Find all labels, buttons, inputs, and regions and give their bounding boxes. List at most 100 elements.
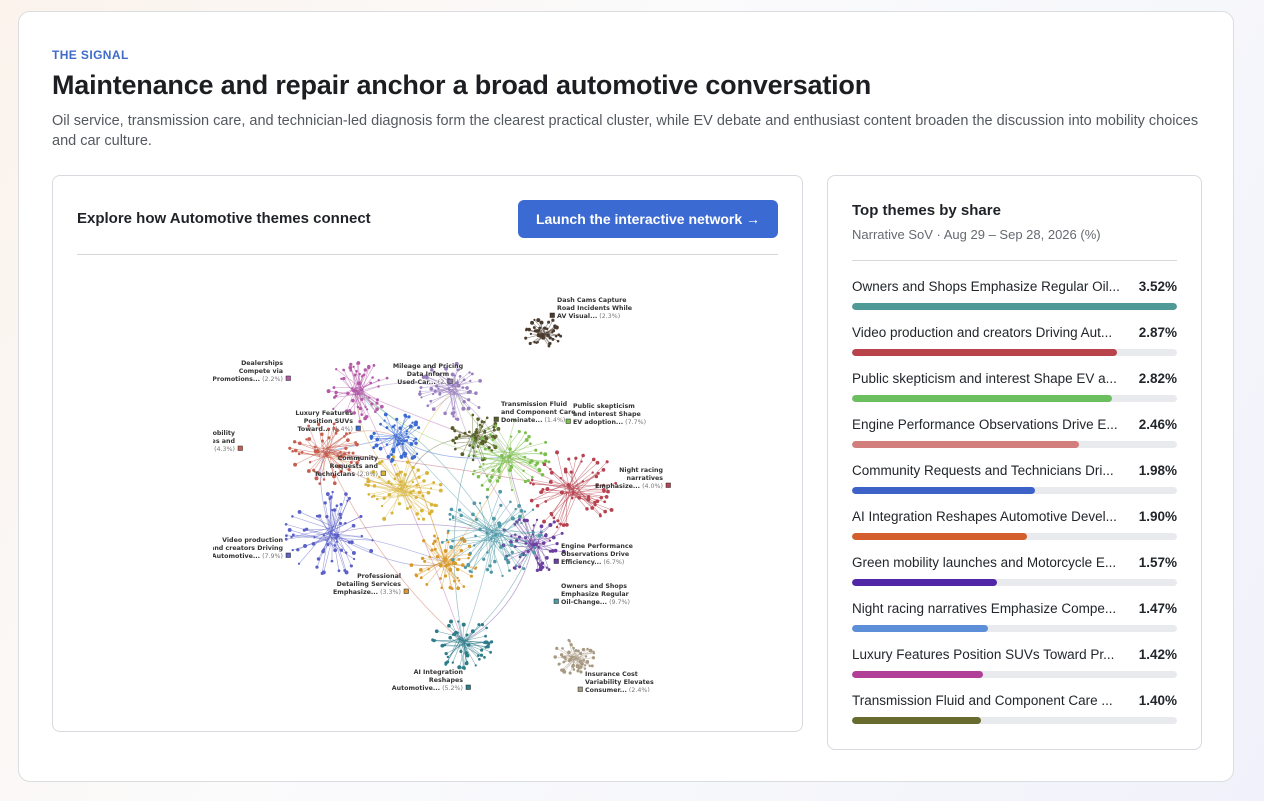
cluster-label-line: launches and xyxy=(213,438,235,445)
network-node xyxy=(372,446,376,450)
theme-row[interactable]: Luxury Features Position SUVs Toward Pr.… xyxy=(852,647,1177,693)
network-node xyxy=(557,662,561,666)
network-node xyxy=(523,479,528,484)
cluster-share: (3.3%) xyxy=(378,589,401,596)
theme-share-value: 2.46% xyxy=(1138,417,1177,432)
network-node xyxy=(478,527,482,532)
network-node xyxy=(291,515,294,518)
network-node xyxy=(446,660,450,664)
themes-panel-subtitle: Narrative SoV · Aug 29 – Sep 28, 2026 (%… xyxy=(852,227,1101,242)
network-node xyxy=(366,408,369,411)
network-node xyxy=(471,512,475,517)
theme-row[interactable]: Engine Performance Observations Drive E.… xyxy=(852,417,1177,463)
network-node xyxy=(429,487,433,490)
network-node xyxy=(367,492,371,496)
network-node xyxy=(470,570,473,574)
theme-row[interactable]: Transmission Fluid and Component Care ..… xyxy=(852,693,1177,739)
theme-label: Green mobility launches and Motorcycle E… xyxy=(852,555,1117,570)
network-node xyxy=(338,521,343,525)
network-node xyxy=(495,479,500,483)
network-node xyxy=(462,585,466,588)
cluster-label-line: Motorcycle... (4.3%) xyxy=(213,446,235,453)
network-node xyxy=(468,444,472,447)
network-node xyxy=(469,379,472,383)
network-node xyxy=(547,460,551,464)
network-node xyxy=(524,540,527,543)
network-node xyxy=(439,577,442,580)
theme-row[interactable]: Green mobility launches and Motorcycle E… xyxy=(852,555,1177,601)
cluster-label: Dash Cams CaptureRoad Incidents WhileAV … xyxy=(549,297,632,320)
theme-row[interactable]: Night racing narratives Emphasize Compe.… xyxy=(852,601,1177,647)
themes-panel-divider xyxy=(852,260,1177,261)
theme-bar-track xyxy=(852,671,1177,678)
network-node xyxy=(575,664,580,669)
network-node xyxy=(592,650,595,654)
cluster-label-line: Used-Car... (2.6%) xyxy=(397,379,458,386)
network-node xyxy=(340,377,343,380)
network-node xyxy=(525,327,528,331)
network-node xyxy=(313,449,318,454)
network-node xyxy=(514,564,518,568)
theme-network-graph[interactable]: Dash Cams Capture Road Incidents While AV … xyxy=(166,272,673,694)
network-node xyxy=(523,431,527,435)
cluster-label: AI IntegrationReshapesAutomotive... (5.2… xyxy=(392,669,471,692)
network-cluster[interactable] xyxy=(553,638,596,675)
network-node xyxy=(551,318,555,322)
network-link xyxy=(324,451,464,643)
theme-bar-fill xyxy=(852,579,997,586)
theme-row[interactable]: Public skepticism and interest Shape EV … xyxy=(852,371,1177,417)
network-node xyxy=(284,522,288,526)
network-node xyxy=(551,330,554,334)
network-node xyxy=(499,503,503,507)
network-node xyxy=(483,429,487,433)
network-node xyxy=(508,569,511,572)
theme-row[interactable]: AI Integration Reshapes Automotive Devel… xyxy=(852,509,1177,555)
network-node xyxy=(471,444,475,447)
network-node xyxy=(451,661,454,664)
network-node xyxy=(335,504,339,508)
network-node xyxy=(605,460,609,464)
launch-network-button[interactable]: Launch the interactive network → xyxy=(518,200,778,238)
network-node xyxy=(547,568,551,572)
network-cluster[interactable] xyxy=(284,490,374,575)
network-node xyxy=(403,452,408,456)
cluster-label-line: Automotive... (7.9%) xyxy=(213,553,283,560)
network-node xyxy=(471,472,475,476)
network-node xyxy=(553,655,557,659)
network-node xyxy=(598,514,602,518)
network-node xyxy=(321,549,325,554)
network-node xyxy=(501,574,504,578)
network-node xyxy=(346,438,350,442)
network-node xyxy=(480,436,484,440)
network-node xyxy=(467,430,471,434)
cluster-share: (7.9%) xyxy=(260,553,283,560)
network-cluster[interactable] xyxy=(467,419,551,492)
network-node xyxy=(541,565,545,569)
network-node xyxy=(530,459,534,463)
network-node xyxy=(303,544,307,548)
theme-row[interactable]: Video production and creators Driving Au… xyxy=(852,325,1177,371)
network-node xyxy=(390,459,394,463)
theme-row[interactable]: Community Requests and Technicians Dri..… xyxy=(852,463,1177,509)
theme-bar-track xyxy=(852,579,1177,586)
theme-share-value: 3.52% xyxy=(1138,279,1177,294)
network-node xyxy=(349,564,353,568)
network-node xyxy=(305,438,308,441)
cluster-label-line: Compete via xyxy=(239,368,283,375)
theme-row[interactable]: Owners and Shops Emphasize Regular Oil..… xyxy=(852,279,1177,325)
network-node xyxy=(530,478,534,482)
cluster-label-line: Green mobility xyxy=(213,430,235,437)
network-node xyxy=(438,563,443,568)
cluster-label: Owners and ShopsEmphasize RegularOil-Cha… xyxy=(553,583,630,606)
network-node xyxy=(288,446,292,450)
cluster-label-line: Observations Drive xyxy=(561,551,629,558)
network-node xyxy=(498,489,503,494)
cluster-label-line: Variability Elevates xyxy=(585,679,654,686)
network-node xyxy=(538,567,543,572)
network-cluster[interactable] xyxy=(524,318,563,348)
network-node xyxy=(548,549,552,553)
network-node xyxy=(535,518,539,522)
cluster-label-line: AV Visual... (2.3%) xyxy=(557,313,620,320)
network-node xyxy=(563,467,568,472)
network-node xyxy=(403,413,407,418)
